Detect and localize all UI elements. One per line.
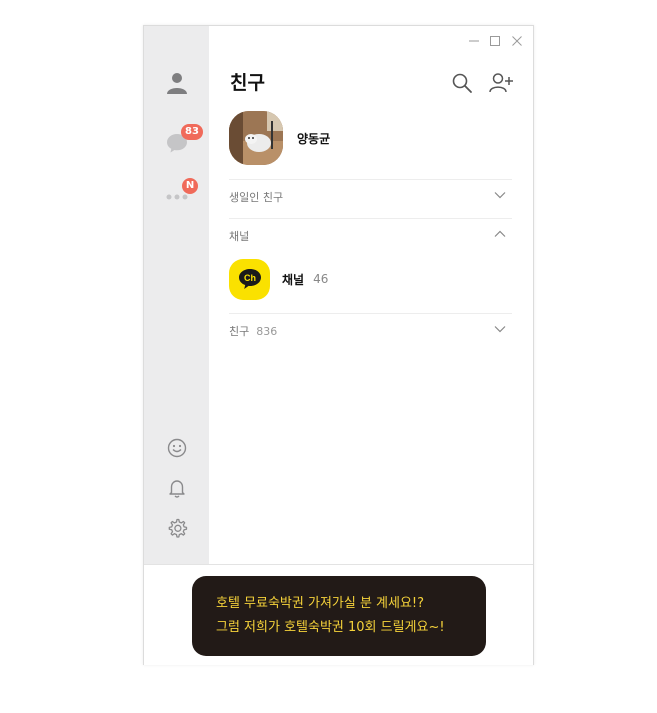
- sidebar-item-settings[interactable]: [144, 508, 209, 548]
- chats-badge: 83: [181, 124, 203, 140]
- section-channel[interactable]: 채널: [229, 226, 512, 246]
- section-birthday[interactable]: 생일인 친구: [229, 187, 512, 207]
- search-button[interactable]: [449, 70, 475, 96]
- channel-speech-icon: Ch: [238, 269, 261, 289]
- gear-icon: [168, 518, 187, 538]
- avatar[interactable]: [229, 111, 283, 165]
- section-friends-count: 836: [256, 324, 278, 338]
- my-profile[interactable]: 양동균: [229, 110, 512, 166]
- section-birthday-label: 생일인 친구: [229, 191, 284, 204]
- divider: [229, 313, 512, 314]
- sidebar-item-chats[interactable]: 83: [144, 123, 209, 163]
- smiley-icon: [167, 438, 186, 458]
- ad-line-2: 그럼 저희가 호텔숙박권 10회 드릴게요~!: [216, 620, 445, 635]
- channel-logo: Ch: [229, 258, 270, 300]
- chevron-down-icon: [494, 192, 506, 199]
- divider: [229, 179, 512, 180]
- channel-logo-text: Ch: [244, 273, 256, 283]
- more-dots-icon: [166, 194, 187, 200]
- sidebar: 83 N: [144, 26, 209, 564]
- add-friend-icon: [489, 73, 513, 93]
- ad-area: 호텔 무료숙박권 가져가실 분 계세요!? 그럼 저희가 호텔숙박권 10회 드…: [144, 564, 533, 665]
- divider: [229, 218, 512, 219]
- sidebar-item-emoticon[interactable]: [144, 428, 209, 468]
- search-icon: [452, 73, 472, 93]
- sidebar-item-more[interactable]: N: [144, 177, 209, 217]
- app-window: 83 N 친구 양동균 생일인 친구 채널 Ch 채널 46 친구 836 호텔…: [143, 25, 534, 665]
- person-icon: [166, 73, 187, 94]
- more-badge: N: [182, 178, 198, 194]
- section-friends[interactable]: 친구 836: [229, 321, 512, 341]
- add-friend-button[interactable]: [488, 70, 514, 96]
- ad-line-1: 호텔 무료숙박권 가져가실 분 계세요!?: [216, 596, 425, 611]
- profile-name: 양동균: [297, 131, 331, 146]
- section-channel-label: 채널: [229, 230, 250, 243]
- profile-photo: [229, 111, 283, 165]
- bell-icon: [168, 480, 185, 498]
- chevron-up-icon: [494, 230, 506, 237]
- section-friends-label: 친구: [229, 325, 250, 338]
- friends-panel: 친구 양동균 생일인 친구 채널 Ch 채널 46 친구 836: [209, 26, 534, 564]
- sidebar-item-friends[interactable]: [144, 63, 209, 103]
- channel-name: 채널: [282, 272, 305, 287]
- ad-banner[interactable]: 호텔 무료숙박권 가져가실 분 계세요!? 그럼 저희가 호텔숙박권 10회 드…: [192, 576, 486, 656]
- channel-item[interactable]: Ch 채널 46: [229, 258, 512, 300]
- channel-count: 46: [313, 272, 329, 286]
- chevron-down-icon: [494, 326, 506, 333]
- page-title: 친구: [230, 72, 265, 94]
- sidebar-item-notifications[interactable]: [144, 468, 209, 508]
